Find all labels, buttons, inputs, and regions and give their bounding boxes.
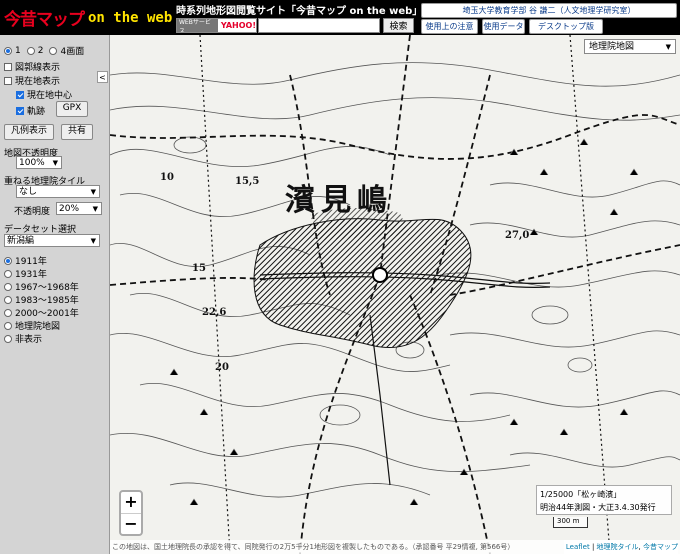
zoom-control: + − (119, 490, 143, 536)
author-link[interactable]: 埼玉大学教育学部 谷 謙二（人文地理学研究室） (421, 3, 677, 18)
leaflet-link[interactable]: Leaflet (566, 543, 590, 551)
gpx-button[interactable]: GPX (56, 101, 88, 117)
overlay-tile-select[interactable]: なし ▼ (16, 185, 100, 198)
konjaku-map-link[interactable]: 今昔マップ (643, 543, 678, 551)
checkbox-icon (4, 62, 12, 71)
app-header: 今昔マップ on the web 時系列地形図閲覧サイト「今昔マップ on th… (0, 0, 680, 35)
period-option-gsi-map[interactable]: 地理院地図 (4, 319, 60, 332)
search-bar: WEBサービス YAHOO! 検索 (176, 18, 414, 33)
search-provider-badge: WEBサービス YAHOO! (176, 18, 257, 33)
screen-mode-2[interactable]: 2 (26, 46, 43, 56)
elevation-label: 27,0 (505, 230, 530, 241)
chevron-down-icon: ▼ (665, 43, 671, 51)
radio-icon (4, 46, 12, 55)
radio-icon (26, 46, 35, 55)
map-sheet-date: 明治44年測図・大正3.4.30発行 (540, 503, 656, 512)
radio-icon (4, 282, 12, 291)
zoom-in-button[interactable]: + (121, 492, 141, 514)
place-name-label: 濱見嶋 (285, 183, 393, 218)
dataset-select[interactable]: 新潟編 ▼ (4, 234, 100, 247)
scale-bar: 300 m (553, 517, 588, 528)
map-opacity-select[interactable]: 100% ▼ (16, 156, 62, 169)
period-option-2000[interactable]: 2000～2001年 (4, 306, 79, 319)
checkbox-checked-icon (16, 90, 24, 99)
search-button[interactable]: 検索 (383, 18, 414, 33)
elevation-label: 20 (215, 362, 229, 373)
current-location-marker (372, 267, 388, 283)
share-button[interactable]: 共有 (61, 124, 93, 140)
period-option-1967[interactable]: 1967～1968年 (4, 280, 79, 293)
checkbox-icon (4, 76, 12, 85)
attribution-links: Leaflet | 地理院タイル, 今昔マップ (563, 540, 678, 554)
checkbox-grid-lines[interactable]: 図郭線表示 (4, 60, 60, 73)
yahoo-logo: YAHOO! (220, 21, 256, 30)
logo-sub-text: on the web (88, 9, 173, 26)
sidebar: < 1 2 4画面 図郭線表示 現在地表示 現在地中心 軌跡 GPX 凡例表示 … (0, 35, 110, 554)
radio-icon (4, 308, 12, 317)
checkbox-current-location[interactable]: 現在地表示 (4, 74, 60, 87)
period-option-1983[interactable]: 1983～1985年 (4, 293, 79, 306)
radio-icon (4, 295, 12, 304)
radio-icon (4, 334, 12, 343)
radio-icon (49, 46, 58, 55)
logo-main-text: 今昔マップ (4, 10, 85, 30)
search-input[interactable] (258, 18, 380, 33)
screen-mode-4[interactable]: 4画面 (49, 44, 84, 57)
collapse-sidebar-button[interactable]: < (97, 71, 108, 83)
gsi-tile-link[interactable]: 地理院タイル (597, 543, 639, 551)
data-used-link[interactable]: 使用データ (482, 19, 525, 34)
radio-icon (4, 269, 12, 278)
elevation-label: 10 (160, 172, 174, 183)
historical-topo-map (110, 35, 680, 554)
chevron-down-icon: ▼ (90, 237, 96, 245)
map-type-select[interactable]: 地理院地図 ▼ (584, 39, 676, 54)
desktop-version-link[interactable]: デスクトップ版 (529, 19, 603, 34)
period-option-1931[interactable]: 1931年 (4, 267, 47, 280)
chevron-down-icon: ▼ (90, 188, 96, 196)
overlay-opacity-label: 不透明度 (14, 207, 51, 217)
copyright-note: この地図は、国土地理院長の承認を得て、同院発行の2万5千分1地形図を複製したもの… (112, 543, 515, 551)
web-service-label: WEBサービス (177, 19, 218, 32)
usage-notes-link[interactable]: 使用上の注意 (421, 19, 478, 34)
zoom-out-button[interactable]: − (121, 514, 141, 535)
checkbox-checked-icon (16, 106, 24, 115)
radio-icon (4, 256, 12, 265)
period-option-1911[interactable]: 1911年 (4, 254, 47, 267)
map-view[interactable]: 濱見嶋 15,5 10 15 22,6 20 27,0 地理院地図 ▼ + − 1… (110, 35, 680, 554)
elevation-label: 15,5 (235, 176, 260, 187)
checkbox-track[interactable]: 軌跡 (16, 104, 45, 117)
site-logo[interactable]: 今昔マップ on the web (4, 2, 172, 33)
map-sheet-info: 1/25000「松ヶ崎濱」 明治44年測図・大正3.4.30発行 (536, 485, 672, 515)
overlay-opacity-select[interactable]: 20% ▼ (56, 202, 102, 215)
elevation-label: 15 (192, 263, 206, 274)
checkbox-center-current-location[interactable]: 現在地中心 (16, 88, 72, 101)
radio-icon (4, 321, 12, 330)
chevron-down-icon: ▼ (52, 159, 58, 167)
period-option-hidden[interactable]: 非表示 (4, 332, 42, 345)
elevation-label: 22,6 (202, 307, 227, 318)
screen-mode-1[interactable]: 1 (4, 46, 21, 56)
map-sheet-title: 1/25000「松ヶ崎濱」 (540, 490, 622, 499)
screen-mode-group: 1 2 4画面 (4, 44, 84, 57)
site-title: 時系列地形図閲覧サイト「今昔マップ on the web」 (176, 6, 423, 17)
legend-button[interactable]: 凡例表示 (4, 124, 54, 140)
attribution-bar: この地図は、国土地理院長の承認を得て、同院発行の2万5千分1地形図を複製したもの… (110, 540, 680, 554)
chevron-down-icon: ▼ (92, 205, 98, 213)
